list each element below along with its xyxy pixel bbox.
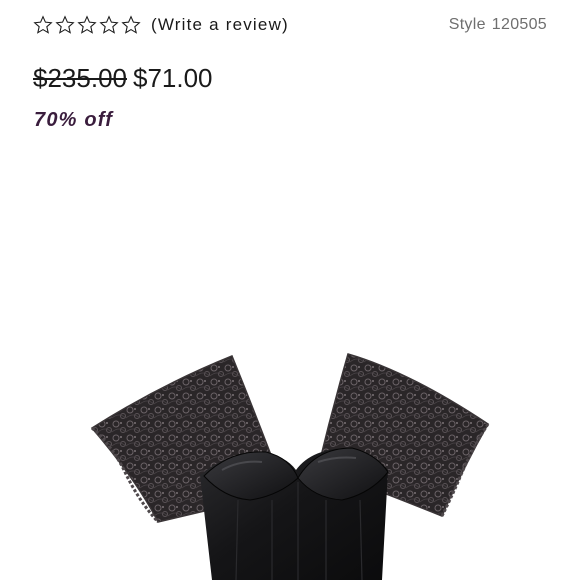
- rating-row: (Write a review): [33, 14, 289, 36]
- lace-bustier-image: [90, 353, 490, 581]
- price-row: $235.00 $71.00: [33, 63, 213, 94]
- star-outline-icon[interactable]: [33, 15, 53, 35]
- discount-badge: 70% off: [34, 109, 114, 131]
- star-rating[interactable]: [33, 15, 141, 35]
- style-label: Style: [448, 16, 486, 33]
- star-outline-icon[interactable]: [55, 15, 75, 35]
- style-number: Style 120505: [449, 16, 547, 34]
- star-outline-icon[interactable]: [99, 15, 119, 35]
- star-outline-icon[interactable]: [121, 15, 141, 35]
- product-image[interactable]: [0, 140, 580, 581]
- style-number-value: 120505: [491, 16, 547, 33]
- original-price: $235.00: [33, 63, 127, 93]
- star-outline-icon[interactable]: [77, 15, 97, 35]
- sale-price: $71.00: [132, 63, 213, 93]
- write-review-link[interactable]: (Write a review): [151, 14, 289, 36]
